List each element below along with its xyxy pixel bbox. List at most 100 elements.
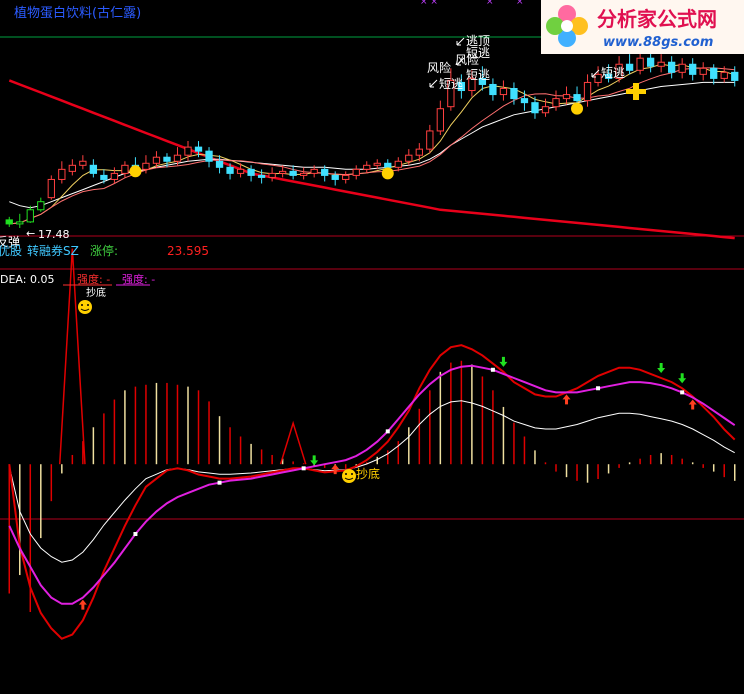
strength-label-2: 强度: - (122, 272, 155, 286)
candle-body (321, 168, 329, 176)
coin-icon (129, 165, 142, 178)
arrow-icon (429, 79, 438, 88)
annotation-risk-2: 风险 (427, 60, 451, 75)
candle-body (58, 168, 66, 180)
candle-body (731, 71, 739, 81)
down-arrow-icon (678, 373, 687, 384)
candle-body (110, 172, 119, 180)
site-logo: 分析家公式网 www.88gs.com (541, 0, 744, 54)
candle-body (520, 98, 529, 104)
smile-icon (78, 300, 92, 314)
limit-label: 涨停: (90, 243, 118, 258)
coin-icon (571, 102, 584, 115)
candle-body (541, 106, 550, 114)
candle-body (89, 164, 98, 174)
candle-body (415, 148, 423, 156)
candle-body (625, 63, 634, 71)
candle-body (363, 164, 371, 170)
smile-icon-bottom (342, 469, 356, 483)
candle-body (16, 221, 24, 225)
ma-slow-line (9, 67, 735, 225)
candle-body (499, 88, 508, 96)
dif-white-line (8, 400, 735, 563)
dea-line (8, 364, 736, 605)
candle-body (79, 160, 87, 166)
dea-marker (490, 367, 495, 372)
annotation-short-escape-4: 短逃 (601, 66, 625, 80)
candle-body (394, 160, 402, 168)
dea-marker (301, 466, 306, 471)
candle-body (426, 130, 434, 150)
candle-body (710, 67, 718, 79)
annotation-short-escape-2: 短逃 (466, 68, 490, 82)
candle-body (184, 146, 192, 156)
logo-name: 分析家公式网 (597, 7, 717, 31)
bottom-label: 抄底 (356, 466, 380, 481)
candlestick-chart (5, 50, 739, 240)
macd-chart (8, 248, 736, 640)
candle-body (720, 71, 728, 79)
dea-marker (385, 429, 390, 434)
candle-body (646, 57, 655, 67)
candle-body (163, 156, 171, 162)
candle-body (405, 154, 413, 162)
candle-body (121, 164, 129, 174)
candle-body (352, 168, 360, 176)
candle-body (552, 98, 560, 108)
top-marks-3: × (516, 0, 524, 7)
candle-body (573, 94, 581, 102)
ma-mid-line (9, 81, 735, 209)
up-arrow-icon (688, 399, 697, 410)
top-spike-label: 抄底 (86, 286, 106, 299)
candle-body (215, 160, 224, 168)
candle-body (278, 170, 287, 174)
top-marks-2: × (486, 0, 494, 7)
chart-canvas: 植物蛋白饮料(古仁露) × × × × 逃顶 短逃 风险 风险 短逃 短逃 短逃… (0, 0, 744, 640)
candle-body (562, 94, 571, 100)
up-arrow-icon (562, 394, 571, 405)
down-arrow-icon (499, 356, 508, 367)
stock-title: 植物蛋白饮料(古仁露) (14, 5, 141, 21)
candle-body (699, 67, 707, 75)
candle-body (657, 61, 665, 67)
ma-long-line (8, 79, 735, 240)
candle-body (342, 174, 350, 180)
candle-body (373, 162, 381, 166)
candle-body (26, 209, 34, 223)
annotation-short-escape-3: 短逃 (439, 77, 463, 91)
candle-body (489, 83, 497, 96)
low-price-value: 17.48 (38, 228, 70, 241)
candle-body (205, 150, 213, 162)
candle-body (384, 162, 392, 168)
candle-body (331, 174, 339, 180)
info-tag-1: 优股 (0, 244, 22, 258)
down-arrow-icon (657, 363, 666, 373)
low-price-label: ← (26, 227, 35, 240)
coin-icon (381, 167, 394, 180)
strength-label-1: 强度: - (77, 272, 110, 286)
candle-body (68, 164, 76, 172)
candle-body (268, 172, 276, 178)
candle-body (689, 63, 697, 75)
candle-body (173, 154, 182, 162)
dif-line (8, 344, 736, 640)
dea-marker (133, 532, 138, 536)
info-tag-2: 转融券SZ (27, 243, 79, 258)
dea-marker (217, 480, 222, 485)
candle-body (583, 81, 592, 102)
candle-body (678, 63, 686, 73)
ma-fast-line (9, 63, 735, 225)
candle-body (436, 108, 444, 132)
candle-body (5, 219, 13, 225)
candle-body (531, 102, 539, 114)
candle-body (310, 168, 318, 174)
macd-spike (279, 420, 307, 465)
dea-marker (680, 390, 685, 395)
candle-body (47, 178, 55, 199)
dea-marker (596, 386, 601, 391)
gold-cross-icon (626, 83, 646, 100)
logo-url: www.88gs.com (603, 35, 713, 50)
candle-body (257, 174, 266, 178)
candle-body (300, 172, 308, 176)
candle-body (668, 61, 676, 73)
